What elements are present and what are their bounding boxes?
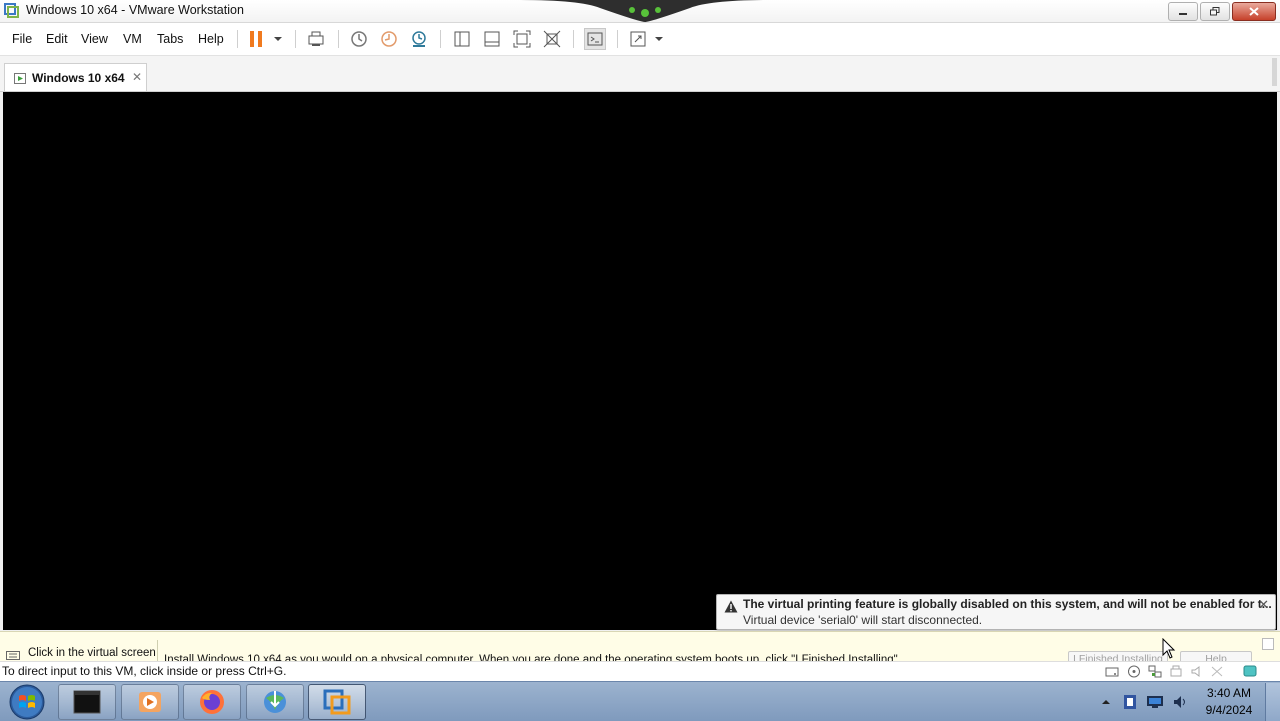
terminal-icon <box>73 690 101 714</box>
send-ctrl-alt-del-button[interactable] <box>306 29 326 49</box>
send-ctrl-alt-del-icon <box>308 31 324 46</box>
taskbar-download-manager[interactable] <box>246 684 304 720</box>
warning-icon <box>724 600 738 613</box>
status-bar: To direct input to this VM, click inside… <box>0 661 1280 681</box>
close-button[interactable] <box>1232 2 1276 21</box>
window-title: Windows 10 x64 - VMware Workstation <box>26 3 244 17</box>
library-icon <box>454 31 470 47</box>
vm-icon <box>14 73 26 84</box>
status-text: To direct input to this VM, click inside… <box>2 664 287 678</box>
taskbar: 3:40 AM 9/4/2024 <box>0 681 1280 721</box>
clock-time[interactable]: 3:40 AM <box>1203 686 1255 700</box>
full-screen-icon <box>513 30 531 48</box>
tab-windows-10-x64[interactable]: Windows 10 x64 ✕ <box>4 63 147 91</box>
close-icon <box>1249 7 1259 16</box>
keyboard-icon <box>6 651 20 660</box>
vmware-app-icon <box>4 3 19 18</box>
taskbar-firefox[interactable] <box>183 684 241 720</box>
restore-icon <box>1210 7 1220 16</box>
notification-title: The virtual printing feature is globally… <box>743 597 1272 611</box>
taskbar-terminal[interactable] <box>58 684 116 720</box>
media-player-icon <box>139 692 161 712</box>
snapshot-manager-button[interactable] <box>409 29 429 49</box>
usb-icon[interactable] <box>1169 665 1183 678</box>
menu-help[interactable]: Help <box>198 32 224 46</box>
network-adapter-icon[interactable] <box>1148 665 1162 678</box>
clock-date[interactable]: 9/4/2024 <box>1200 703 1258 717</box>
volume-icon[interactable] <box>1172 694 1188 710</box>
revert-snapshot-icon <box>381 31 397 47</box>
notification-balloon: The virtual printing feature is globally… <box>716 594 1276 630</box>
vm-console-screen[interactable] <box>3 92 1277 630</box>
minimize-button[interactable] <box>1168 2 1198 21</box>
stretch-icon <box>630 31 646 47</box>
cd-dvd-icon[interactable] <box>1127 665 1141 678</box>
power-dropdown-button[interactable] <box>268 29 288 49</box>
tab-label: Windows 10 x64 <box>32 71 125 85</box>
show-hidden-icons-icon[interactable] <box>1101 698 1111 706</box>
start-button-icon[interactable] <box>7 683 47 721</box>
show-library-button[interactable] <box>452 29 472 49</box>
hint-click-label[interactable]: Click in the virtual screen <box>28 647 156 659</box>
tab-close-icon[interactable]: ✕ <box>132 70 142 84</box>
menu-view[interactable]: View <box>81 32 108 46</box>
menu-file[interactable]: File <box>12 32 32 46</box>
thumbnail-bar-button[interactable] <box>482 29 502 49</box>
console-view-button[interactable] <box>584 28 606 50</box>
taskbar-vmware-workstation[interactable] <box>308 684 366 720</box>
unity-button[interactable] <box>542 29 562 49</box>
hint-divider <box>157 640 158 662</box>
stretch-dropdown-button[interactable] <box>649 29 669 49</box>
minimize-icon <box>1179 12 1187 15</box>
mouse-cursor-icon <box>1162 638 1176 659</box>
snapshot-manager-icon <box>412 31 426 47</box>
tab-scrollbar[interactable] <box>1272 58 1277 86</box>
firefox-icon <box>200 690 224 714</box>
dropdown-icon <box>655 37 663 41</box>
printer-icon[interactable] <box>1210 665 1224 678</box>
unity-icon <box>543 30 561 48</box>
show-desktop-button[interactable] <box>1265 683 1280 721</box>
menu-vm[interactable]: VM <box>123 32 142 46</box>
title-decoration <box>520 0 770 22</box>
menu-tabs[interactable]: Tabs <box>157 32 183 46</box>
message-log-icon[interactable] <box>1243 665 1257 678</box>
internet-download-manager-icon <box>264 691 286 713</box>
thumbnail-bar-icon <box>484 31 500 47</box>
hint-bar: Click in the virtual screen Install Wind… <box>0 631 1280 662</box>
revert-snapshot-button[interactable] <box>379 29 399 49</box>
sound-card-icon[interactable] <box>1190 665 1204 678</box>
tab-strip: Windows 10 x64 ✕ <box>0 56 1280 92</box>
network-icon[interactable] <box>1146 695 1164 709</box>
pause-icon <box>250 31 262 47</box>
hint-close-checkbox[interactable] <box>1262 638 1274 650</box>
notification-close-icon[interactable]: ✕ <box>1258 597 1269 613</box>
pause-button[interactable] <box>246 29 266 49</box>
taskbar-media-player[interactable] <box>121 684 179 720</box>
vmware-workstation-icon <box>323 689 351 715</box>
notification-subtitle: Virtual device 'serial0' will start disc… <box>743 613 983 627</box>
snapshot-icon <box>351 31 367 47</box>
take-snapshot-button[interactable] <box>349 29 369 49</box>
console-icon <box>587 32 603 46</box>
title-bar: Windows 10 x64 - VMware Workstation <box>0 0 1280 23</box>
menu-edit[interactable]: Edit <box>46 32 68 46</box>
restore-button[interactable] <box>1200 2 1230 21</box>
hard-disk-icon[interactable] <box>1105 665 1119 678</box>
dropdown-icon <box>274 37 282 41</box>
full-screen-button[interactable] <box>512 29 532 49</box>
stretch-button[interactable] <box>628 29 648 49</box>
tray-app-icon[interactable] <box>1122 694 1138 710</box>
